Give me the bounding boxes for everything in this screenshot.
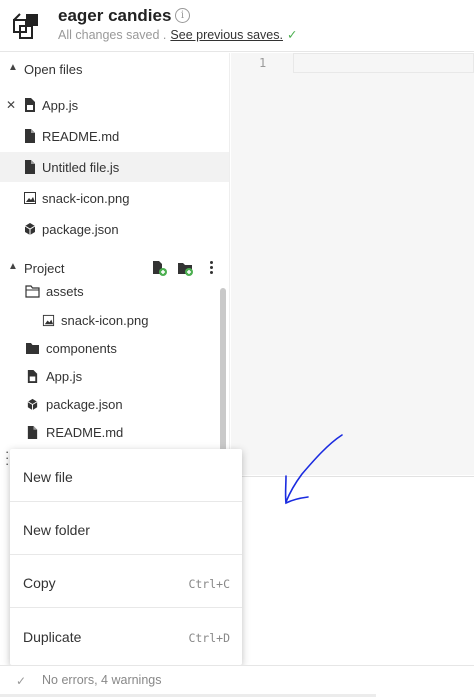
editor-gutter: 1 (231, 53, 293, 475)
context-menu: New file New folder Copy Ctrl+C Duplicat… (10, 449, 242, 665)
snack-logo-icon[interactable] (10, 10, 42, 42)
menu-item-label: Duplicate (23, 629, 82, 645)
code-editor[interactable]: 1 (231, 53, 474, 475)
image-icon (24, 192, 36, 204)
open-file-item[interactable]: snack-icon.png (0, 183, 229, 213)
check-icon: ✓ (16, 674, 27, 688)
menu-item-label: Copy (23, 575, 56, 591)
folder-open-icon (25, 285, 40, 298)
open-file-item[interactable]: Untitled file.js (0, 152, 229, 182)
menu-item-new-folder[interactable]: New folder (10, 502, 242, 555)
open-file-item[interactable]: README.md (0, 121, 229, 151)
new-file-icon[interactable] (151, 260, 167, 276)
new-folder-icon[interactable] (177, 260, 193, 276)
vertical-dots-icon[interactable]: · · · (5, 445, 9, 470)
open-file-item[interactable]: ✕ App.js (0, 90, 229, 120)
save-status: All changes saved . See previous saves. ✓ (58, 27, 297, 42)
js-file-icon (25, 98, 35, 112)
package-icon (27, 398, 38, 411)
open-file-name: snack-icon.png (42, 191, 130, 206)
lint-status[interactable]: No errors, 4 warnings (42, 673, 162, 687)
file-icon (25, 160, 35, 174)
tree-item-name: App.js (46, 369, 83, 384)
project-title[interactable]: eager candies (58, 6, 171, 26)
menu-item-new-file[interactable]: New file (10, 449, 242, 502)
open-file-name: Untitled file.js (42, 160, 120, 175)
previous-saves-link[interactable]: See previous saves. (170, 28, 283, 42)
menu-item-duplicate[interactable]: Duplicate Ctrl+D (10, 609, 242, 662)
menu-item-label: New folder (23, 522, 90, 538)
tree-folder-assets[interactable]: assets (0, 278, 220, 306)
open-file-name: package.json (42, 222, 119, 237)
tree-item-name: package.json (46, 397, 123, 412)
tree-item-name: components (46, 341, 117, 356)
js-file-icon (27, 370, 38, 383)
open-files-label: Open files (24, 62, 83, 77)
tree-item-name: snack-icon.png (61, 313, 149, 328)
header: eager candies i All changes saved . See p… (0, 0, 474, 52)
current-line-highlight[interactable] (293, 53, 474, 73)
info-icon[interactable]: i (175, 8, 190, 23)
image-icon (42, 314, 55, 327)
package-icon (24, 223, 36, 235)
file-icon (25, 129, 35, 143)
open-file-name: App.js (42, 98, 79, 113)
preview-pane (231, 476, 474, 665)
tree-item-name: README.md (46, 425, 124, 440)
tree-item[interactable]: README.md (0, 419, 220, 447)
tree-item[interactable]: App.js (0, 363, 220, 391)
annotation-arrow (284, 434, 343, 505)
chevron-up-icon[interactable]: ▲ (8, 261, 18, 272)
save-status-text: All changes saved . (58, 28, 167, 42)
tree-item[interactable]: package.json (0, 391, 220, 419)
open-files-header[interactable]: ▲ Open files (0, 58, 230, 82)
menu-item-label: New file (23, 469, 73, 485)
status-bar: ✓ No errors, 4 warnings (0, 665, 474, 697)
menu-item-shortcut: Ctrl+D (188, 631, 230, 645)
open-file-item[interactable]: package.json (0, 214, 229, 244)
tree-folder-components[interactable]: components (0, 335, 220, 363)
menu-item-shortcut: Ctrl+C (188, 577, 230, 591)
folder-icon (26, 343, 39, 354)
check-icon: ✓ (286, 28, 298, 42)
tree-item-name: assets (46, 284, 84, 299)
line-number: 1 (259, 56, 267, 70)
file-icon (27, 426, 38, 439)
more-options-icon[interactable] (208, 260, 214, 276)
menu-item-copy[interactable]: Copy Ctrl+C (10, 555, 242, 608)
project-label: Project (24, 261, 65, 276)
close-icon[interactable]: ✕ (6, 98, 16, 112)
chevron-up-icon[interactable]: ▲ (8, 62, 18, 73)
open-file-name: README.md (42, 129, 120, 144)
tree-item[interactable]: snack-icon.png (0, 307, 220, 335)
